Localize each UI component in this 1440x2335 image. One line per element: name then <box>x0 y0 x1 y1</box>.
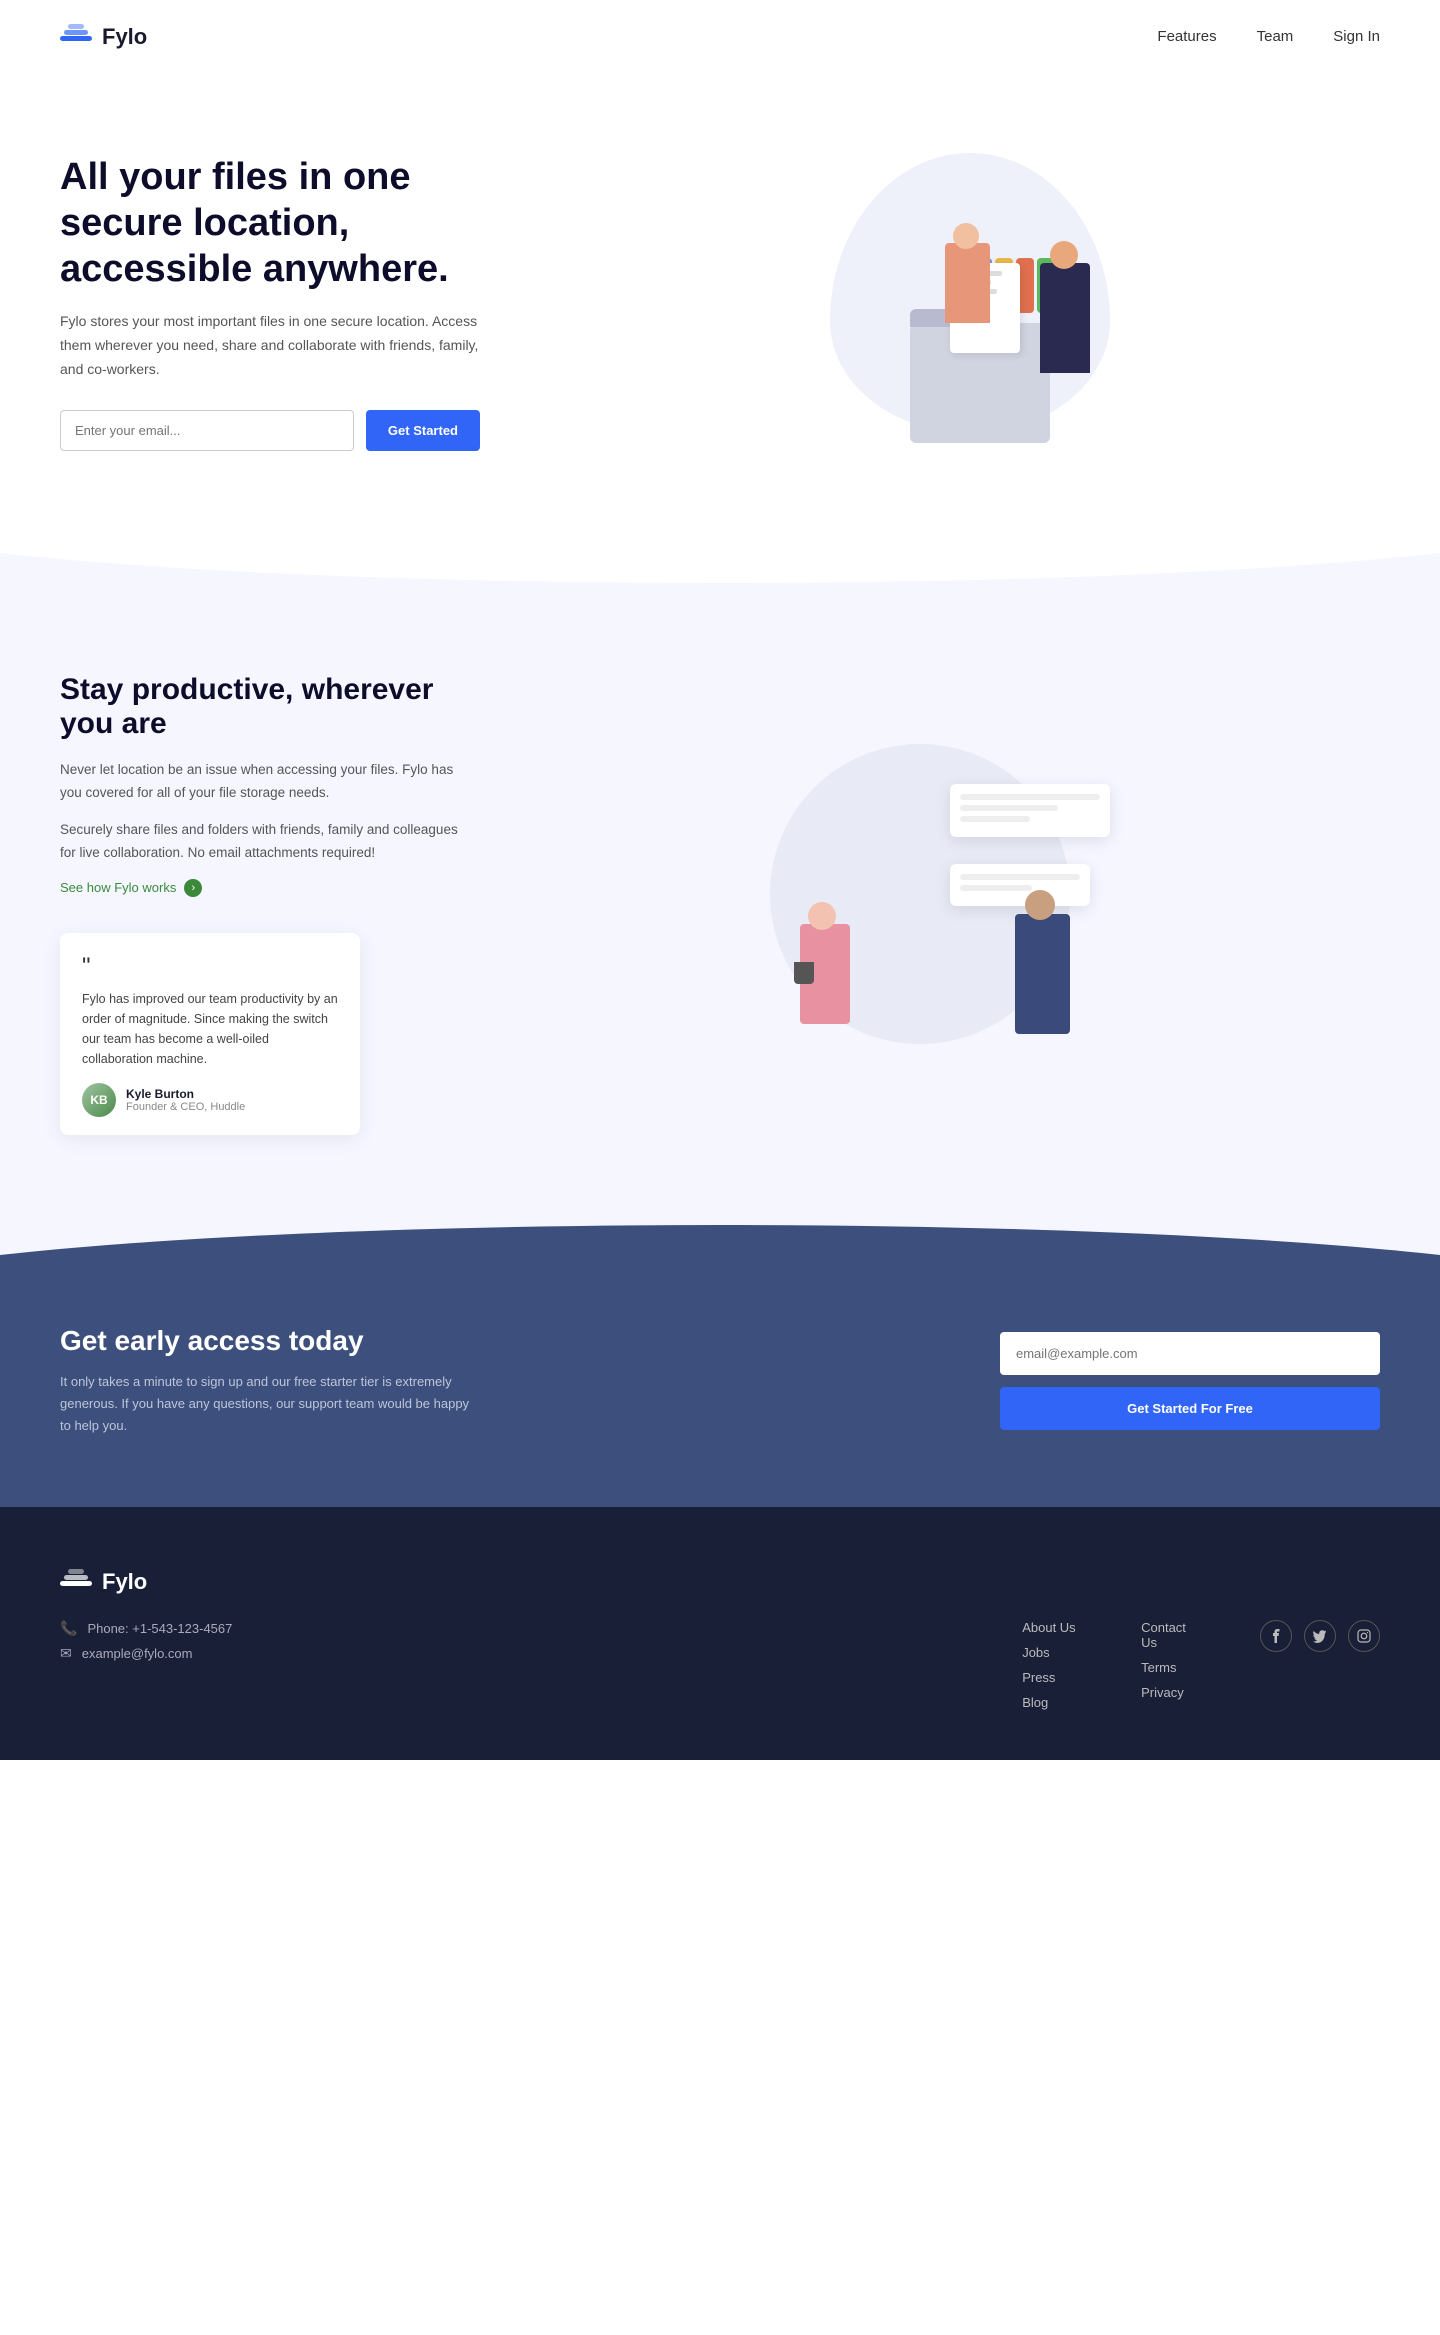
bucket-icon <box>794 962 814 984</box>
hero-content: All your files in one secure location, a… <box>60 155 480 450</box>
footer-nav-col-1: About Us Jobs Press Blog <box>1022 1620 1081 1720</box>
features-illustration <box>770 744 1130 1064</box>
card-line <box>960 874 1080 880</box>
instagram-icon[interactable] <box>1348 1620 1380 1652</box>
facebook-icon[interactable] <box>1260 1620 1292 1652</box>
cta-description: It only takes a minute to sign up and ou… <box>60 1371 480 1437</box>
cta-headline: Get early access today <box>60 1325 480 1357</box>
cta-section: Get early access today It only takes a m… <box>0 1255 1440 1507</box>
footer-phone-text: Phone: +1-543-123-4567 <box>87 1621 232 1636</box>
features-content: Stay productive, wherever you are Never … <box>60 673 460 1135</box>
footer-logo: Fylo <box>60 1567 1380 1596</box>
footer-email-text: example@fylo.com <box>82 1646 193 1661</box>
hero-cta-button[interactable]: Get Started <box>366 410 480 451</box>
wave-divider-2 <box>0 1215 1440 1255</box>
footer-link-about[interactable]: About Us <box>1022 1620 1081 1635</box>
cta-content: Get early access today It only takes a m… <box>60 1325 480 1437</box>
testimonial-card: " Fylo has improved our team productivit… <box>60 933 360 1135</box>
footer-link-jobs[interactable]: Jobs <box>1022 1645 1081 1660</box>
person-illustration-2 <box>1040 263 1090 373</box>
brand-name: Fylo <box>102 24 147 50</box>
cta-form: Get Started For Free <box>1000 1332 1380 1430</box>
card-line <box>960 816 1030 822</box>
card-line <box>960 805 1058 811</box>
footer-logo-icon <box>60 1567 92 1596</box>
cta-email-input[interactable] <box>1000 1332 1380 1375</box>
footer-link-privacy[interactable]: Privacy <box>1141 1685 1200 1700</box>
features-para1: Never let location be an issue when acce… <box>60 759 460 805</box>
hero-description: Fylo stores your most important files in… <box>60 310 480 381</box>
footer-grid: 📞 Phone: +1-543-123-4567 ✉ example@fylo.… <box>60 1620 1380 1720</box>
author-avatar: KB <box>82 1083 116 1117</box>
features-headline: Stay productive, wherever you are <box>60 673 460 741</box>
phone-icon: 📞 <box>60 1620 77 1637</box>
features-person-2 <box>1015 914 1070 1034</box>
hero-section: All your files in one secure location, a… <box>0 73 1440 553</box>
features-section: Stay productive, wherever you are Never … <box>0 593 1440 1215</box>
hero-headline: All your files in one secure location, a… <box>60 155 480 292</box>
footer-brand-name: Fylo <box>102 1569 147 1595</box>
card-line <box>960 794 1100 800</box>
author-name: Kyle Burton <box>126 1087 245 1101</box>
nav-links: Features Team Sign In <box>1157 28 1380 45</box>
footer-email: ✉ example@fylo.com <box>60 1645 1022 1662</box>
arrow-circle-icon: › <box>184 879 202 897</box>
hero-illustration-area <box>480 133 1380 473</box>
testimonial-quote: Fylo has improved our team productivity … <box>82 989 338 1069</box>
social-icons <box>1260 1620 1380 1652</box>
quote-mark: " <box>82 955 338 979</box>
navbar: Fylo Features Team Sign In <box>0 0 1440 73</box>
footer-contact: 📞 Phone: +1-543-123-4567 ✉ example@fylo.… <box>60 1620 1022 1670</box>
logo: Fylo <box>60 22 147 51</box>
footer-social <box>1260 1620 1380 1720</box>
footer-link-contact[interactable]: Contact Us <box>1141 1620 1200 1650</box>
footer-nav-columns: About Us Jobs Press Blog Contact Us Term… <box>1022 1620 1380 1720</box>
footer-link-press[interactable]: Press <box>1022 1670 1081 1685</box>
footer: Fylo 📞 Phone: +1-543-123-4567 ✉ example@… <box>0 1507 1440 1760</box>
nav-team[interactable]: Team <box>1257 28 1294 45</box>
card-line <box>960 885 1032 891</box>
email-icon: ✉ <box>60 1645 72 1662</box>
footer-nav-col-2: Contact Us Terms Privacy <box>1141 1620 1200 1720</box>
twitter-icon[interactable] <box>1304 1620 1336 1652</box>
testimonial-author: KB Kyle Burton Founder & CEO, Huddle <box>82 1083 338 1117</box>
wave-divider <box>0 553 1440 593</box>
footer-link-terms[interactable]: Terms <box>1141 1660 1200 1675</box>
nav-features[interactable]: Features <box>1157 28 1216 45</box>
hero-email-input[interactable] <box>60 410 354 451</box>
features-card-1 <box>950 784 1110 837</box>
author-title: Founder & CEO, Huddle <box>126 1101 245 1113</box>
features-card-2 <box>950 864 1090 906</box>
nav-signin[interactable]: Sign In <box>1333 28 1380 45</box>
see-how-text: See how Fylo works <box>60 880 176 895</box>
footer-phone: 📞 Phone: +1-543-123-4567 <box>60 1620 1022 1637</box>
see-how-link[interactable]: See how Fylo works › <box>60 879 460 897</box>
features-illustration-area <box>520 744 1380 1064</box>
features-para2: Securely share files and folders with fr… <box>60 819 460 865</box>
person-illustration-1 <box>945 243 990 323</box>
hero-form: Get Started <box>60 410 480 451</box>
hero-illustration <box>750 143 1110 463</box>
author-info: Kyle Burton Founder & CEO, Huddle <box>126 1087 245 1113</box>
footer-link-blog[interactable]: Blog <box>1022 1695 1081 1710</box>
cta-submit-button[interactable]: Get Started For Free <box>1000 1387 1380 1430</box>
logo-icon <box>60 22 92 51</box>
